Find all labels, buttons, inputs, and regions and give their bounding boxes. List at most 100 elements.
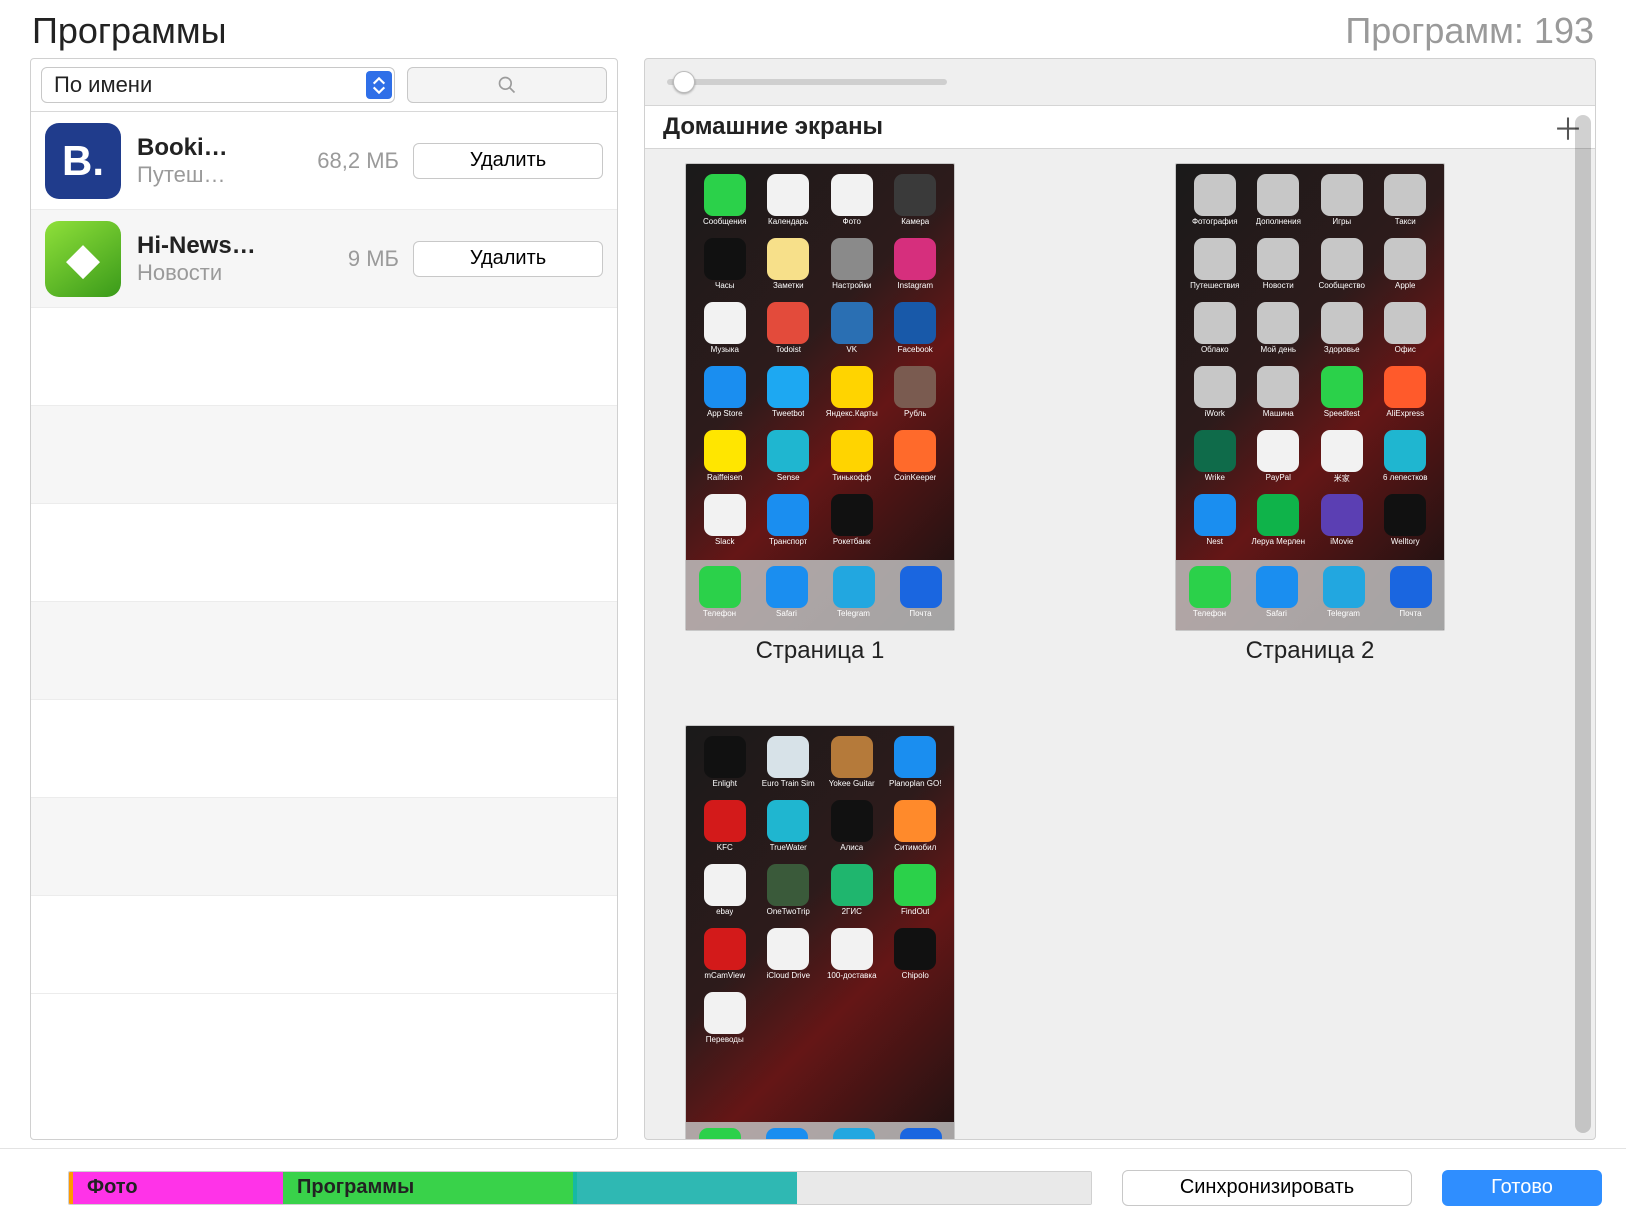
home-app-icon[interactable]: Заметки xyxy=(758,238,820,298)
home-app-icon[interactable] xyxy=(758,1056,820,1116)
home-app-icon[interactable]: Яндекс.Карты xyxy=(821,366,883,426)
home-app-icon[interactable]: Транспорт xyxy=(758,494,820,554)
home-app-icon[interactable]: iMovie xyxy=(1311,494,1373,554)
home-app-icon[interactable] xyxy=(694,1056,756,1116)
home-app-icon[interactable]: Yokee Guitar xyxy=(821,736,883,796)
home-screen[interactable]: ФотографияДополненияИгрыТакси Путешествия… xyxy=(1175,163,1445,665)
home-app-icon[interactable]: Настройки xyxy=(821,238,883,298)
home-app-icon[interactable]: Wrike xyxy=(1184,430,1246,490)
home-app-icon[interactable]: Ситимобил xyxy=(885,800,947,860)
home-app-icon[interactable]: PayPal xyxy=(1248,430,1310,490)
home-app-icon[interactable]: Часы xyxy=(694,238,756,298)
home-app-icon[interactable]: Apple xyxy=(1375,238,1437,298)
home-app-icon[interactable]: Todoist xyxy=(758,302,820,362)
home-app-icon[interactable]: iWork xyxy=(1184,366,1246,426)
home-app-icon[interactable]: Nest xyxy=(1184,494,1246,554)
home-app-icon[interactable]: Музыка xyxy=(694,302,756,362)
zoom-thumb[interactable] xyxy=(673,71,695,93)
home-app-icon[interactable]: Raiffeisen xyxy=(694,430,756,490)
home-app-icon[interactable]: Офис xyxy=(1375,302,1437,362)
home-app-icon[interactable]: OneTwoTrip xyxy=(758,864,820,924)
dock-app-icon[interactable]: Safari xyxy=(766,566,808,618)
home-app-icon[interactable]: Planoplan GO! xyxy=(885,736,947,796)
dock-app-icon[interactable]: Почта xyxy=(1390,566,1432,618)
home-app-icon[interactable]: Леруа Мерлен xyxy=(1248,494,1310,554)
home-app-icon[interactable]: Фотография xyxy=(1184,174,1246,234)
home-app-icon[interactable]: Slack xyxy=(694,494,756,554)
home-app-icon[interactable] xyxy=(885,1056,947,1116)
sync-button[interactable]: Синхронизировать xyxy=(1122,1170,1412,1206)
home-app-icon[interactable]: Фото xyxy=(821,174,883,234)
dock-app-icon[interactable]: Телефон xyxy=(699,566,741,618)
home-screen[interactable]: EnlightEuro Train SimYokee GuitarPlanopl… xyxy=(685,725,955,1139)
home-app-icon[interactable]: Euro Train Sim xyxy=(758,736,820,796)
home-app-icon[interactable]: Сообщения xyxy=(694,174,756,234)
dock-app-icon[interactable]: Safari xyxy=(1256,566,1298,618)
home-app-icon[interactable]: Такси xyxy=(1375,174,1437,234)
home-app-icon[interactable]: Путешествия xyxy=(1184,238,1246,298)
home-app-icon[interactable]: Игры xyxy=(1311,174,1373,234)
home-app-icon[interactable]: Тинькофф xyxy=(821,430,883,490)
home-app-icon[interactable]: CoinKeeper xyxy=(885,430,947,490)
home-app-icon[interactable]: VK xyxy=(821,302,883,362)
home-app-icon[interactable]: Speedtest xyxy=(1311,366,1373,426)
home-app-icon[interactable]: Welltory xyxy=(1375,494,1437,554)
scrollbar[interactable] xyxy=(1575,115,1591,1133)
home-app-icon[interactable]: Здоровье xyxy=(1311,302,1373,362)
home-app-icon[interactable]: Enlight xyxy=(694,736,756,796)
home-app-icon[interactable]: Машина xyxy=(1248,366,1310,426)
app-row[interactable]: B. Booki… Путеш… 68,2 МБ Удалить xyxy=(31,112,617,210)
home-app-icon[interactable]: Облако xyxy=(1184,302,1246,362)
home-app-icon[interactable] xyxy=(885,992,947,1052)
home-app-icon[interactable]: mCamView xyxy=(694,928,756,988)
home-app-icon[interactable]: Рубль xyxy=(885,366,947,426)
dock-app-icon[interactable]: Почта xyxy=(900,566,942,618)
home-app-icon[interactable]: Мой день xyxy=(1248,302,1310,362)
home-app-icon[interactable]: Алиса xyxy=(821,800,883,860)
home-app-label: AliExpress xyxy=(1386,409,1424,418)
home-app-icon[interactable]: Instagram xyxy=(885,238,947,298)
dock-app-icon[interactable]: Почта xyxy=(900,1128,942,1139)
home-app-icon[interactable] xyxy=(821,1056,883,1116)
home-app-icon[interactable] xyxy=(885,494,947,554)
dock-app-icon[interactable]: Telegram xyxy=(833,1128,875,1139)
home-app-icon[interactable]: Chipolo xyxy=(885,928,947,988)
home-app-icon[interactable]: Рокетбанк xyxy=(821,494,883,554)
app-category: Новости xyxy=(137,260,277,286)
home-app-icon[interactable]: TrueWater xyxy=(758,800,820,860)
home-app-icon[interactable]: FindOut xyxy=(885,864,947,924)
home-app-icon[interactable]: Дополнения xyxy=(1248,174,1310,234)
done-button[interactable]: Готово xyxy=(1442,1170,1602,1206)
zoom-slider[interactable] xyxy=(667,79,947,85)
search-input[interactable] xyxy=(407,67,607,103)
home-app-icon[interactable]: 米家 xyxy=(1311,430,1373,490)
dock-app-icon[interactable]: Телефон xyxy=(699,1128,741,1139)
sort-dropdown[interactable]: По имени xyxy=(41,67,395,103)
home-app-icon[interactable]: Sense xyxy=(758,430,820,490)
home-screen[interactable]: СообщенияКалендарьФотоКамера ЧасыЗаметкиН… xyxy=(685,163,955,665)
dock-app-icon[interactable]: Телефон xyxy=(1189,566,1231,618)
home-app-icon[interactable]: Камера xyxy=(885,174,947,234)
home-app-icon[interactable] xyxy=(821,992,883,1052)
home-app-icon[interactable]: Новости xyxy=(1248,238,1310,298)
dock-app-icon[interactable]: Telegram xyxy=(1323,566,1365,618)
home-app-icon[interactable]: iCloud Drive xyxy=(758,928,820,988)
home-app-icon[interactable]: KFC xyxy=(694,800,756,860)
home-app-icon[interactable]: Tweetbot xyxy=(758,366,820,426)
home-app-icon[interactable]: Facebook xyxy=(885,302,947,362)
app-row[interactable]: ◆ Hi-News… Новости 9 МБ Удалить xyxy=(31,210,617,308)
dock-app-icon[interactable]: Telegram xyxy=(833,566,875,618)
home-app-icon[interactable] xyxy=(758,992,820,1052)
home-app-icon[interactable]: Переводы xyxy=(694,992,756,1052)
remove-button[interactable]: Удалить xyxy=(413,143,603,179)
home-app-icon[interactable]: Сообщество xyxy=(1311,238,1373,298)
home-app-icon[interactable]: Календарь xyxy=(758,174,820,234)
remove-button[interactable]: Удалить xyxy=(413,241,603,277)
home-app-icon[interactable]: 2ГИС xyxy=(821,864,883,924)
home-app-icon[interactable]: App Store xyxy=(694,366,756,426)
home-app-icon[interactable]: ebay xyxy=(694,864,756,924)
dock-app-icon[interactable]: Safari xyxy=(766,1128,808,1139)
home-app-icon[interactable]: AliExpress xyxy=(1375,366,1437,426)
home-app-icon[interactable]: 100-доставка xyxy=(821,928,883,988)
home-app-icon[interactable]: 6 лепестков xyxy=(1375,430,1437,490)
